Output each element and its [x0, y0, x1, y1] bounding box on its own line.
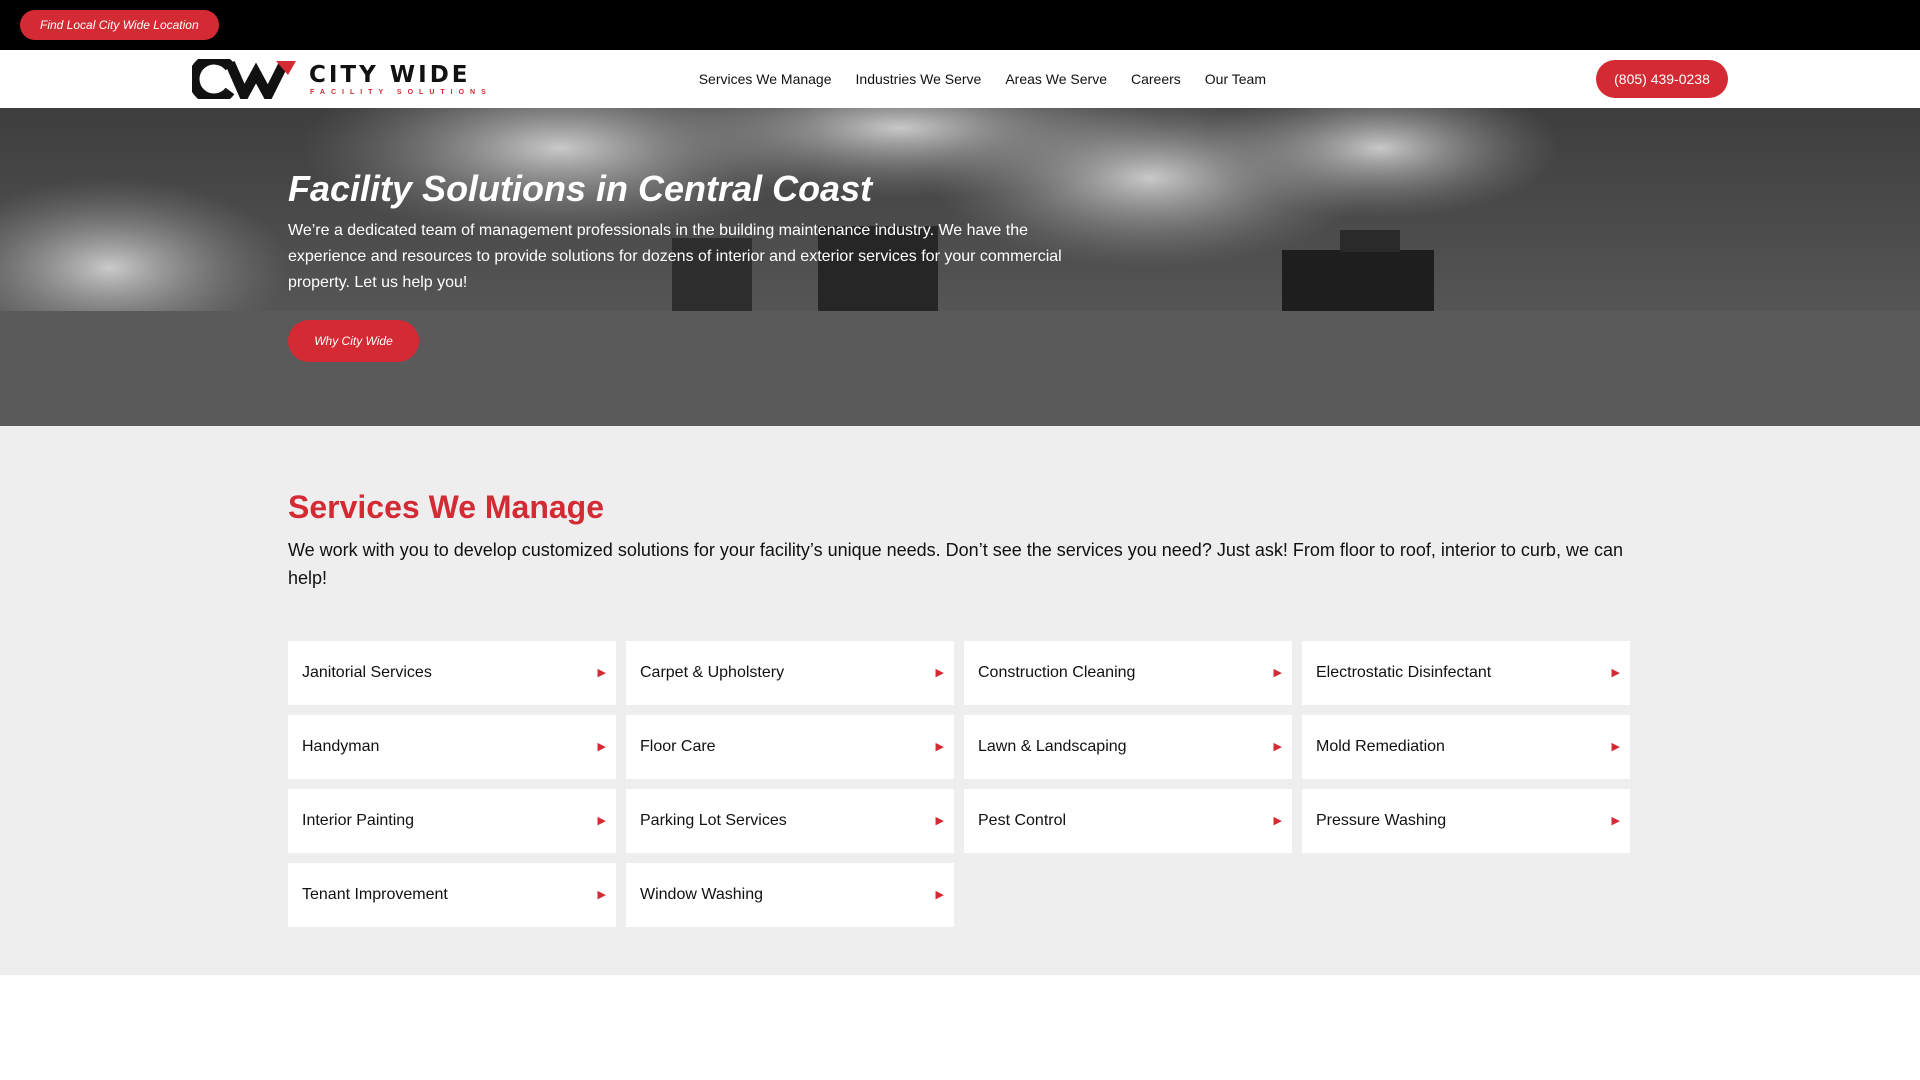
logo-name: CITY WIDE	[309, 62, 471, 88]
services-grid: Janitorial Services ▶ Carpet & Upholstery…	[288, 641, 1632, 927]
service-card-lawn[interactable]: Lawn & Landscaping ▶	[964, 715, 1292, 779]
hero-section: Facility Solutions in Central Coast We’r…	[0, 108, 1920, 426]
hero-title: Facility Solutions in Central Coast	[288, 168, 873, 209]
triangle-right-icon: ▶	[1611, 815, 1620, 827]
service-label: Electrostatic Disinfectant	[1316, 664, 1492, 681]
services-title: Services We Manage	[288, 489, 605, 525]
triangle-right-icon: ▶	[1273, 667, 1282, 679]
services-section: Services We Manage We work with you to d…	[0, 426, 1920, 975]
service-card-painting[interactable]: Interior Painting ▶	[288, 789, 616, 853]
top-bar: Find Local City Wide Location	[0, 0, 1920, 50]
triangle-right-icon: ▶	[935, 889, 944, 901]
hero-content: Facility Solutions in Central Coast We’r…	[288, 168, 1088, 296]
service-card-pest-control[interactable]: Pest Control ▶	[964, 789, 1292, 853]
service-label: Pressure Washing	[1316, 812, 1447, 829]
service-label: Pest Control	[978, 812, 1067, 829]
service-card-carpet[interactable]: Carpet & Upholstery ▶	[626, 641, 954, 705]
triangle-right-icon: ▶	[1611, 741, 1620, 753]
triangle-right-icon: ▶	[597, 889, 606, 901]
main-header: CITY WIDE FACILITY SOLUTIONS Services We…	[0, 50, 1920, 108]
service-card-floor-care[interactable]: Floor Care ▶	[626, 715, 954, 779]
triangle-right-icon: ▶	[1273, 815, 1282, 827]
triangle-right-icon: ▶	[1611, 667, 1620, 679]
service-label: Lawn & Landscaping	[978, 738, 1127, 755]
service-label: Carpet & Upholstery	[640, 664, 785, 681]
logo-tagline: FACILITY SOLUTIONS	[310, 89, 492, 96]
services-inner: Services We Manage We work with you to d…	[288, 488, 1632, 927]
city-wide-logo[interactable]: CITY WIDE FACILITY SOLUTIONS	[192, 59, 486, 99]
service-label: Mold Remediation	[1316, 738, 1445, 755]
service-card-handyman[interactable]: Handyman ▶	[288, 715, 616, 779]
find-location-button[interactable]: Find Local City Wide Location	[20, 10, 219, 40]
service-card-parking-lot[interactable]: Parking Lot Services ▶	[626, 789, 954, 853]
service-label: Construction Cleaning	[978, 664, 1136, 681]
triangle-right-icon: ▶	[935, 667, 944, 679]
triangle-right-icon: ▶	[597, 815, 606, 827]
service-card-pressure-washing[interactable]: Pressure Washing ▶	[1302, 789, 1630, 853]
service-card-janitorial[interactable]: Janitorial Services ▶	[288, 641, 616, 705]
nav-careers[interactable]: Careers	[1131, 71, 1181, 87]
service-label: Window Washing	[640, 886, 764, 903]
service-label: Parking Lot Services	[640, 812, 787, 829]
service-label: Tenant Improvement	[302, 886, 448, 903]
triangle-right-icon: ▶	[935, 815, 944, 827]
cw-logo-mark-icon	[192, 59, 296, 99]
nav-our-team[interactable]: Our Team	[1205, 71, 1266, 87]
service-card-window-washing[interactable]: Window Washing ▶	[626, 863, 954, 927]
triangle-right-icon: ▶	[1273, 741, 1282, 753]
main-nav: Services We Manage Industries We Serve A…	[699, 50, 1266, 108]
triangle-right-icon: ▶	[597, 741, 606, 753]
service-label: Janitorial Services	[302, 664, 432, 681]
services-description: We work with you to develop customized s…	[288, 540, 1623, 588]
nav-areas[interactable]: Areas We Serve	[1005, 71, 1107, 87]
why-city-wide-button[interactable]: Why City Wide	[288, 320, 419, 362]
service-label: Interior Painting	[302, 812, 415, 829]
nav-industries[interactable]: Industries We Serve	[856, 71, 982, 87]
service-card-construction[interactable]: Construction Cleaning ▶	[964, 641, 1292, 705]
phone-button[interactable]: (805) 439-0238	[1596, 60, 1728, 98]
triangle-right-icon: ▶	[935, 741, 944, 753]
service-card-tenant-improvement[interactable]: Tenant Improvement ▶	[288, 863, 616, 927]
nav-services[interactable]: Services We Manage	[699, 71, 832, 87]
service-label: Handyman	[302, 738, 380, 755]
triangle-right-icon: ▶	[597, 667, 606, 679]
service-card-electrostatic[interactable]: Electrostatic Disinfectant ▶	[1302, 641, 1630, 705]
service-card-mold[interactable]: Mold Remediation ▶	[1302, 715, 1630, 779]
hero-description: We’re a dedicated team of management pro…	[288, 222, 1062, 291]
service-label: Floor Care	[640, 738, 716, 755]
